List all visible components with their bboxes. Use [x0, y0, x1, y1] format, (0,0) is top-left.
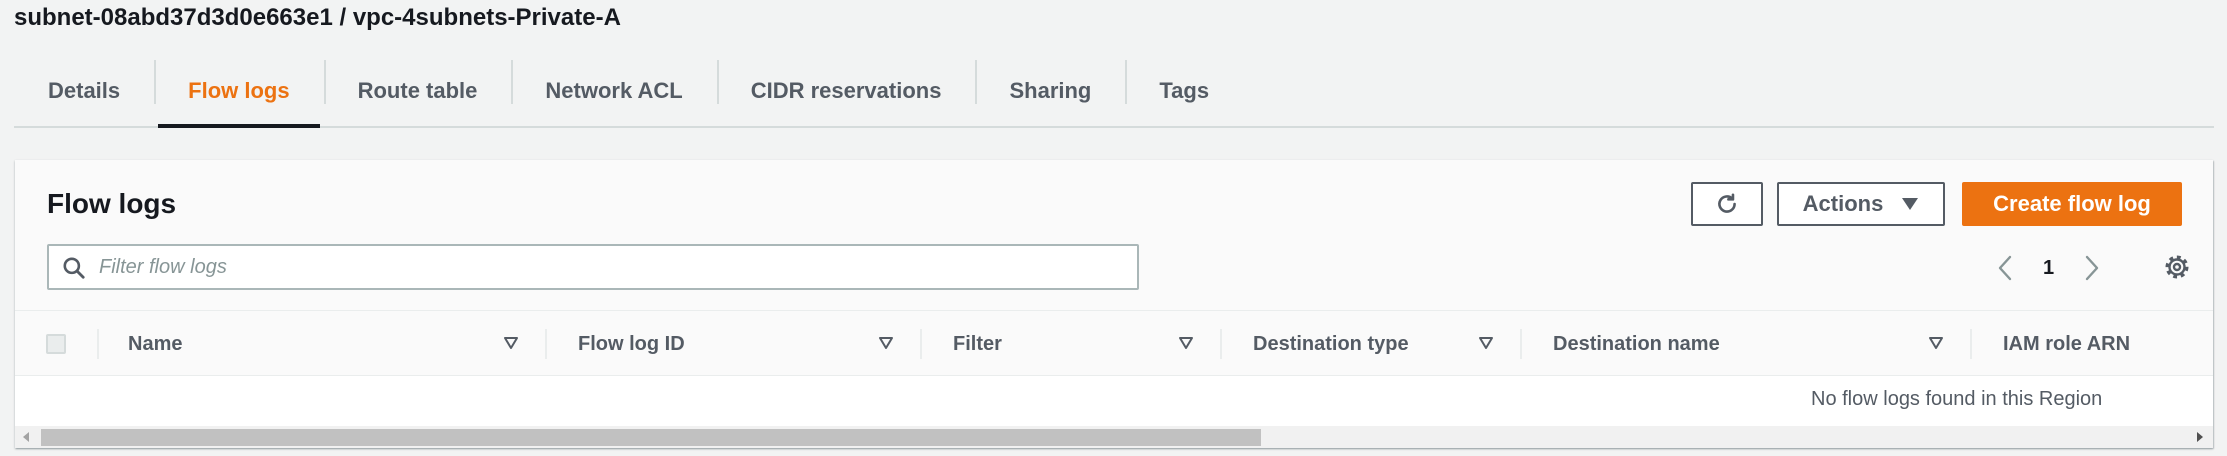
- tab-label: CIDR reservations: [750, 78, 942, 103]
- actions-label: Actions: [1802, 191, 1884, 216]
- column-header-name[interactable]: Name: [128, 333, 182, 356]
- column-header-iam-role-arn[interactable]: IAM role ARN: [2003, 333, 2130, 356]
- column-divider[interactable]: [545, 329, 547, 359]
- sort-caret-icon[interactable]: [1178, 336, 1194, 350]
- tab-label: Tags: [1159, 78, 1210, 103]
- tab-label: Route table: [357, 78, 478, 103]
- scrollbar-thumb[interactable]: [41, 429, 1261, 446]
- tab-label: Sharing: [1009, 78, 1092, 103]
- gear-icon[interactable]: [2163, 253, 2191, 281]
- column-header-filter[interactable]: Filter: [953, 333, 1002, 356]
- tab-label: Network ACL: [545, 78, 683, 103]
- create-flow-log-label: Create flow log: [1993, 191, 2151, 216]
- empty-state-message: No flow logs found in this Region: [1811, 388, 2103, 410]
- tab-label: Details: [48, 78, 121, 103]
- column-divider: [97, 329, 99, 359]
- tab-sharing[interactable]: Sharing: [975, 56, 1125, 126]
- create-flow-log-button[interactable]: Create flow log: [1962, 182, 2182, 226]
- column-header-destination-name[interactable]: Destination name: [1553, 333, 1720, 356]
- tab-bar: Details Flow logs Route table Network AC…: [14, 56, 2214, 128]
- tab-flow-logs[interactable]: Flow logs: [154, 56, 323, 128]
- tab-cidr-reservations[interactable]: CIDR reservations: [716, 56, 976, 126]
- tab-tags[interactable]: Tags: [1125, 56, 1243, 126]
- filter-flow-logs-search: [47, 244, 1139, 290]
- tab-network-acl[interactable]: Network ACL: [511, 56, 716, 126]
- flow-logs-panel: Flow logs Actions Create flow log Filter…: [15, 160, 2213, 448]
- breadcrumb: subnet-08abd37d3d0e663e1 / vpc-4subnets-…: [14, 4, 621, 31]
- actions-dropdown-button[interactable]: Actions: [1777, 182, 1945, 226]
- chevron-right-icon[interactable]: [2084, 255, 2100, 281]
- scroll-left-arrow-icon[interactable]: [22, 431, 30, 443]
- horizontal-scrollbar[interactable]: [15, 426, 2213, 448]
- tab-details[interactable]: Details: [14, 56, 154, 126]
- select-all-checkbox[interactable]: [46, 334, 66, 354]
- chevron-left-icon[interactable]: [1997, 255, 2013, 281]
- refresh-button[interactable]: [1691, 182, 1763, 226]
- column-header-destination-type[interactable]: Destination type: [1253, 333, 1409, 356]
- filter-flow-logs-input[interactable]: [99, 250, 1129, 284]
- pagination: 1: [1997, 252, 2100, 284]
- panel-header: Flow logs Actions Create flow log Filter…: [15, 160, 2213, 310]
- panel-title: Flow logs: [47, 188, 177, 219]
- sort-caret-icon[interactable]: [878, 336, 894, 350]
- sort-caret-icon[interactable]: [1928, 336, 1944, 350]
- sort-caret-icon[interactable]: [503, 336, 519, 350]
- caret-down-icon: [1902, 198, 1919, 210]
- column-header-flow-log-id[interactable]: Flow log ID: [578, 333, 685, 356]
- column-divider[interactable]: [1220, 329, 1222, 359]
- column-divider[interactable]: [1520, 329, 1522, 359]
- tab-label: Flow logs: [188, 78, 290, 103]
- tab-route-table[interactable]: Route table: [323, 56, 512, 126]
- table-header: Name Flow log ID Filter Destination type…: [15, 310, 2213, 376]
- column-divider[interactable]: [1970, 329, 1972, 359]
- sort-caret-icon[interactable]: [1478, 336, 1494, 350]
- page-number[interactable]: 1: [2043, 257, 2054, 280]
- search-icon: [63, 257, 85, 279]
- refresh-icon: [1718, 193, 1736, 213]
- column-divider[interactable]: [920, 329, 922, 359]
- scroll-right-arrow-icon[interactable]: [2196, 431, 2204, 443]
